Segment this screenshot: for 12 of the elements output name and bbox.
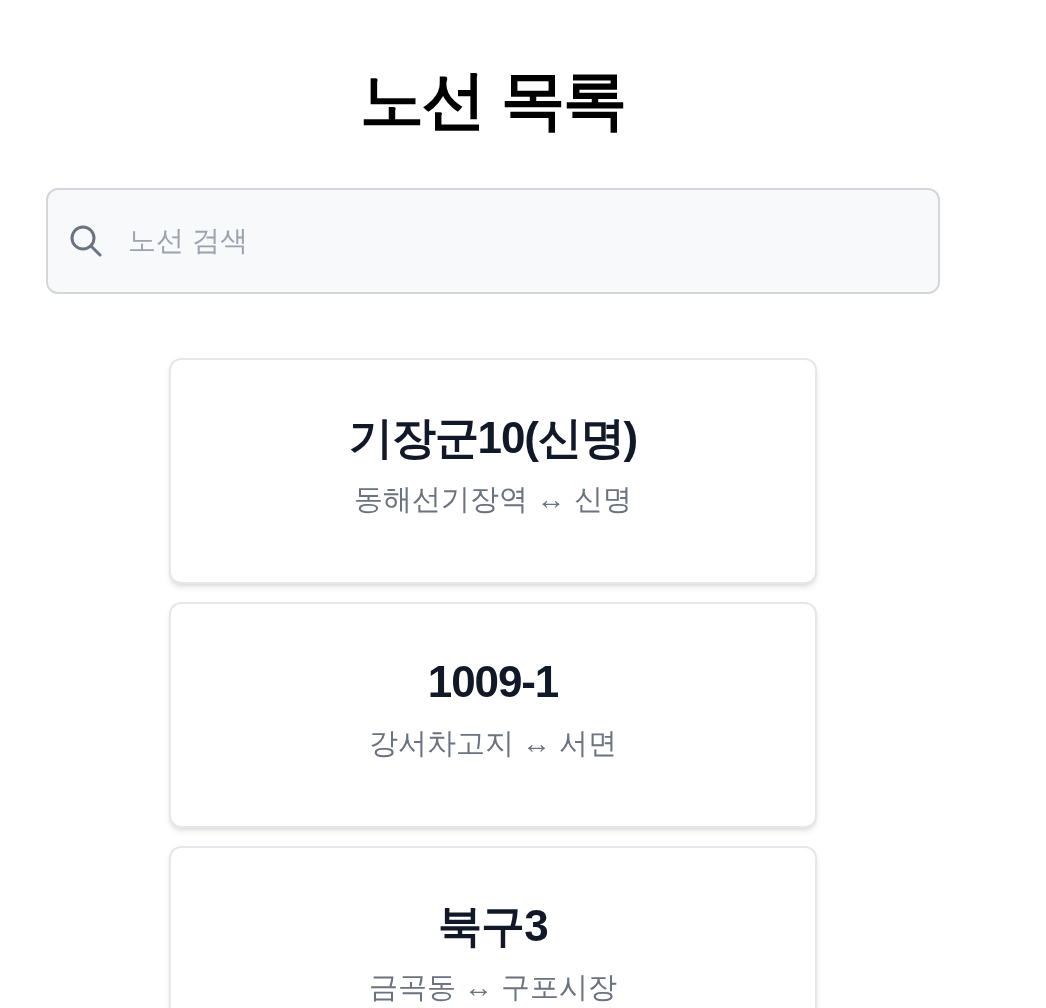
search-icon <box>68 223 104 259</box>
search-field[interactable]: 노선 검색 <box>46 188 940 294</box>
route-endpoints: 금곡동 ↔ 구포시장 <box>368 970 618 1005</box>
route-endpoints: 강서차고지 ↔ 서면 <box>368 726 618 761</box>
route-name: 북구3 <box>438 900 548 952</box>
route-name: 기장군10(신명) <box>348 412 638 464</box>
route-card[interactable]: 북구3 금곡동 ↔ 구포시장 <box>169 846 817 1008</box>
route-endpoints: 동해선기장역 ↔ 신명 <box>354 482 632 517</box>
route-card[interactable]: 기장군10(신명) 동해선기장역 ↔ 신명 <box>169 358 817 584</box>
page-title: 노선 목록 <box>360 63 626 138</box>
route-name: 1009-1 <box>427 656 559 708</box>
route-card[interactable]: 1009-1 강서차고지 ↔ 서면 <box>169 602 817 828</box>
